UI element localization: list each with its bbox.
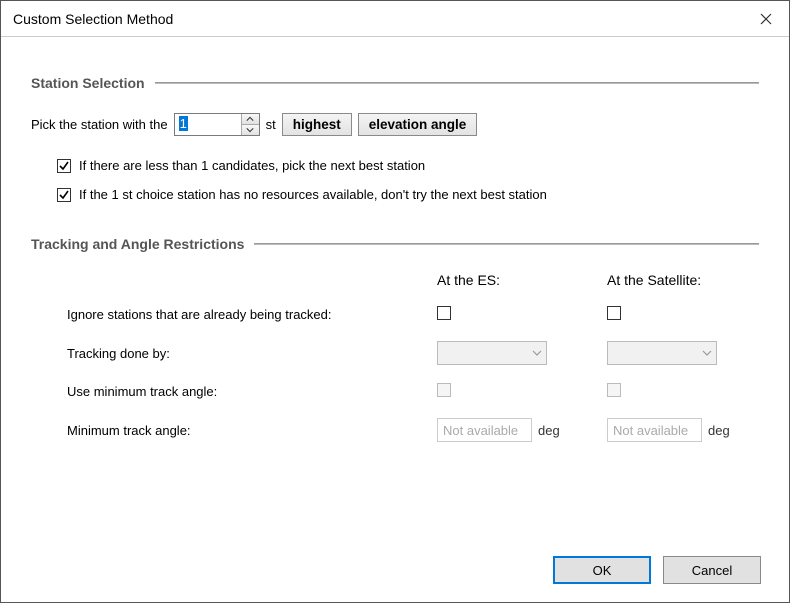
no-resources-checkbox-row: If the 1 st choice station has no resour…	[57, 187, 759, 202]
tracking-header: Tracking and Angle Restrictions	[31, 236, 759, 252]
ignore-es-checkbox[interactable]	[437, 306, 451, 320]
dialog-title: Custom Selection Method	[13, 11, 743, 27]
station-selection-heading: Station Selection	[31, 75, 145, 91]
close-icon	[760, 13, 772, 25]
chevron-down-icon	[246, 127, 254, 133]
metric-dropdown[interactable]: elevation angle	[358, 113, 478, 136]
ignore-row-label: Ignore stations that are already being t…	[67, 307, 437, 322]
station-selection-header: Station Selection	[31, 75, 759, 91]
fallback-checkbox-row: If there are less than 1 candidates, pic…	[57, 158, 759, 173]
sat-column-header: At the Satellite:	[607, 272, 757, 288]
tracking-grid: At the ES: At the Satellite: Ignore stat…	[67, 272, 759, 442]
minangle-row-label: Minimum track angle:	[67, 423, 437, 438]
mode-dropdown[interactable]: highest	[282, 113, 352, 136]
checkmark-icon	[58, 160, 70, 172]
trackby-row-label: Tracking done by:	[67, 346, 437, 361]
ordinal-value[interactable]: 1	[175, 114, 241, 135]
no-resources-checkbox[interactable]	[57, 188, 71, 202]
ordinal-suffix-label: st	[266, 117, 276, 132]
divider	[254, 243, 759, 245]
ok-button[interactable]: OK	[553, 556, 651, 584]
chevron-down-icon	[702, 350, 712, 356]
usemin-es-checkbox[interactable]	[437, 383, 451, 397]
spinner-down-button[interactable]	[242, 125, 259, 135]
spinner-up-button[interactable]	[242, 114, 259, 125]
no-resources-label: If the 1 st choice station has no resour…	[79, 187, 547, 202]
titlebar: Custom Selection Method	[1, 1, 789, 37]
tracking-heading: Tracking and Angle Restrictions	[31, 236, 244, 252]
dialog-footer: OK Cancel	[1, 556, 789, 602]
ignore-sat-checkbox[interactable]	[607, 306, 621, 320]
divider	[155, 82, 759, 84]
chevron-down-icon	[532, 350, 542, 356]
usemin-row-label: Use minimum track angle:	[67, 384, 437, 399]
minangle-sat-input[interactable]: Not available	[607, 418, 702, 442]
trackby-es-select[interactable]	[437, 341, 547, 365]
trackby-sat-select[interactable]	[607, 341, 717, 365]
minangle-es-input[interactable]: Not available	[437, 418, 532, 442]
cancel-button[interactable]: Cancel	[663, 556, 761, 584]
checkmark-icon	[58, 189, 70, 201]
pick-prefix-label: Pick the station with the	[31, 117, 168, 132]
chevron-up-icon	[246, 116, 254, 122]
deg-unit: deg	[538, 423, 560, 438]
usemin-sat-checkbox[interactable]	[607, 383, 621, 397]
es-column-header: At the ES:	[437, 272, 587, 288]
close-button[interactable]	[743, 1, 789, 36]
deg-unit: deg	[708, 423, 730, 438]
fallback-label: If there are less than 1 candidates, pic…	[79, 158, 425, 173]
dialog-content: Station Selection Pick the station with …	[1, 37, 789, 556]
fallback-checkbox[interactable]	[57, 159, 71, 173]
pick-station-row: Pick the station with the 1 st highest e…	[31, 113, 759, 136]
ordinal-spinner[interactable]: 1	[174, 113, 260, 136]
